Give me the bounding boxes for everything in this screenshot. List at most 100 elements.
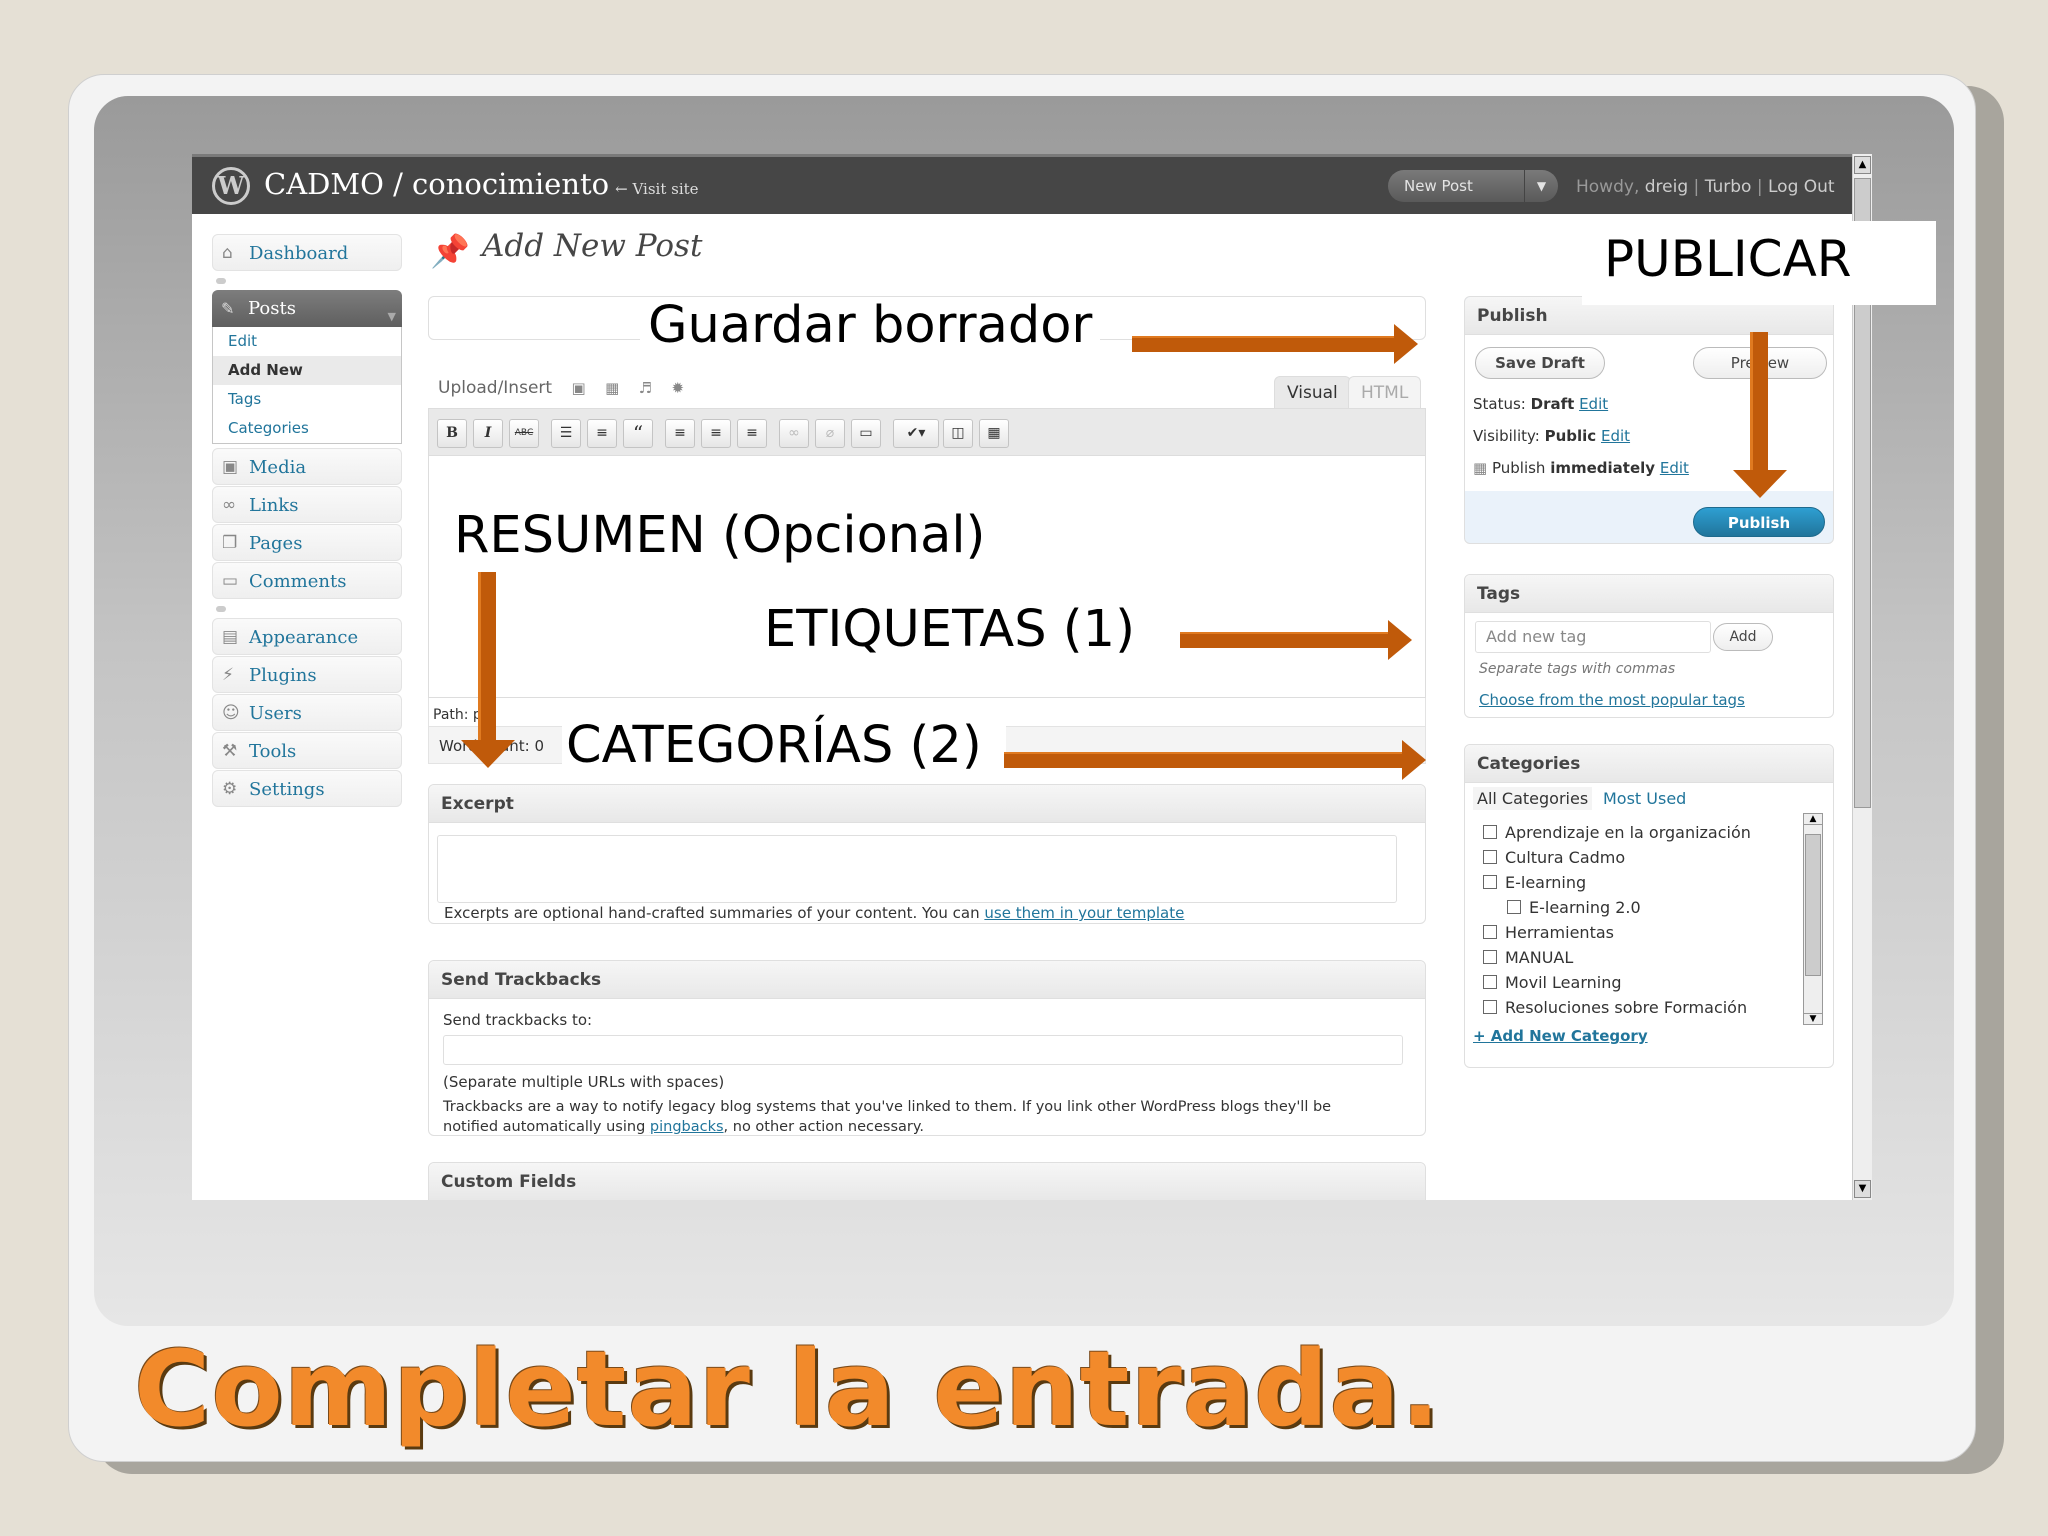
align-right-icon[interactable]: ≡ <box>737 419 767 448</box>
categories-title[interactable]: Categories <box>1465 745 1833 783</box>
pingbacks-link[interactable]: pingbacks <box>650 1119 724 1135</box>
add-tag-button[interactable]: Add <box>1713 623 1773 651</box>
category-item[interactable]: E-learning 2.0 <box>1507 898 1641 917</box>
category-item[interactable]: MANUAL <box>1483 948 1573 967</box>
submenu-tags[interactable]: Tags <box>213 385 401 414</box>
numbered-list-icon[interactable]: ≡ <box>587 419 617 448</box>
add-image-icon[interactable]: ▣ <box>571 379 585 397</box>
align-left-icon[interactable]: ≡ <box>665 419 695 448</box>
add-audio-icon[interactable]: ♬ <box>639 379 652 397</box>
arrow-right-guardar <box>1132 324 1418 364</box>
trackbacks-title[interactable]: Send Trackbacks <box>429 961 1425 999</box>
howdy-text: Howdy, <box>1576 177 1645 197</box>
menu-comments[interactable]: ▭ Comments <box>212 562 402 599</box>
categories-box: Categories All Categories Most Used ▲ ▼ … <box>1464 744 1834 1068</box>
new-post-dropdown[interactable]: New Post ▼ <box>1388 170 1558 202</box>
scroll-up-icon[interactable]: ▲ <box>1854 156 1871 174</box>
link-icon[interactable]: ∞ <box>779 419 809 448</box>
turbo-link[interactable]: Turbo <box>1705 177 1752 197</box>
menu-dashboard[interactable]: ⌂ Dashboard <box>212 234 402 271</box>
page-scrollbar[interactable]: ▲ ▼ <box>1852 154 1872 1200</box>
menu-appearance-label: Appearance <box>249 627 359 648</box>
fullscreen-icon[interactable]: ◫ <box>943 419 973 448</box>
unlink-icon[interactable]: ⌀ <box>815 419 845 448</box>
excerpt-input[interactable] <box>437 835 1397 903</box>
italic-icon[interactable]: I <box>473 419 503 448</box>
category-item[interactable]: Herramientas <box>1483 923 1614 942</box>
add-media-icon[interactable]: ✹ <box>672 379 685 397</box>
tag-input[interactable]: Add new tag <box>1475 621 1711 653</box>
custom-fields-box: Custom Fields <box>428 1162 1426 1200</box>
menu-media[interactable]: ▣ Media <box>212 448 402 485</box>
submenu-edit[interactable]: Edit <box>213 327 401 356</box>
posts-submenu: Edit Add New Tags Categories <box>212 327 402 444</box>
status-edit-link[interactable]: Edit <box>1579 395 1608 413</box>
category-item[interactable]: E-learning <box>1483 873 1586 892</box>
tags-title[interactable]: Tags <box>1465 575 1833 613</box>
save-draft-button[interactable]: Save Draft <box>1475 347 1605 379</box>
more-tag-icon[interactable]: ▭ <box>851 419 881 448</box>
tab-html[interactable]: HTML <box>1348 376 1422 408</box>
arrow-right-categorias <box>1004 740 1426 780</box>
scroll-down-icon[interactable]: ▼ <box>1854 1180 1871 1198</box>
add-new-category-link[interactable]: + Add New Category <box>1473 1027 1648 1045</box>
categories-scroll-thumb[interactable] <box>1805 834 1821 976</box>
menu-users[interactable]: ☺ Users <box>212 694 402 731</box>
trackbacks-desc-pre: notified automatically using <box>443 1119 650 1135</box>
category-item[interactable]: Resoluciones sobre Formación <box>1483 998 1747 1017</box>
blockquote-icon[interactable]: “ <box>623 419 653 448</box>
tab-most-used[interactable]: Most Used <box>1603 789 1686 808</box>
scroll-up-icon[interactable]: ▲ <box>1804 814 1822 825</box>
trackbacks-label: Send trackbacks to: <box>443 1011 593 1029</box>
logout-link[interactable]: Log Out <box>1768 177 1835 197</box>
trackbacks-desc-2: notified automatically using pingbacks, … <box>443 1119 924 1135</box>
arrow-down-resumen <box>461 572 515 768</box>
visibility-value: Public <box>1544 427 1597 445</box>
submenu-add-new[interactable]: Add New <box>213 356 401 385</box>
bold-icon[interactable]: B <box>437 419 467 448</box>
schedule-edit-link[interactable]: Edit <box>1660 459 1689 477</box>
excerpt-title[interactable]: Excerpt <box>429 785 1425 823</box>
media-icon: ▣ <box>222 457 239 477</box>
tab-all-categories[interactable]: All Categories <box>1473 787 1593 810</box>
kitchen-sink-icon[interactable]: ▦ <box>979 419 1009 448</box>
menu-links[interactable]: ∞ Links <box>212 486 402 523</box>
menu-appearance[interactable]: ▤ Appearance <box>212 618 402 655</box>
custom-fields-title[interactable]: Custom Fields <box>429 1163 1425 1200</box>
strikethrough-icon[interactable]: ABC <box>509 419 539 448</box>
wordpress-logo-icon: W <box>212 167 250 205</box>
category-item[interactable]: Cultura Cadmo <box>1483 848 1625 867</box>
publish-button[interactable]: Publish <box>1693 507 1825 537</box>
new-post-label: New Post <box>1404 177 1473 195</box>
menu-pages[interactable]: ❐ Pages <box>212 524 402 561</box>
excerpt-template-link[interactable]: use them in your template <box>984 904 1184 922</box>
annotation-publicar: PUBLICAR <box>1604 230 1852 288</box>
tools-icon: ⚒ <box>222 741 238 761</box>
site-name[interactable]: CADMO / conocimiento <box>264 167 609 201</box>
schedule-label: Publish <box>1491 459 1551 477</box>
user-link[interactable]: dreig <box>1645 177 1688 197</box>
menu-posts[interactable]: ✎ Posts ▼ <box>212 290 402 327</box>
scroll-down-icon[interactable]: ▼ <box>1804 1013 1822 1024</box>
visibility-edit-link[interactable]: Edit <box>1601 427 1630 445</box>
site-title: CADMO / conocimiento ← Visit site <box>264 167 699 201</box>
category-item[interactable]: Aprendizaje en la organización <box>1483 823 1751 842</box>
tab-visual[interactable]: Visual <box>1274 376 1351 408</box>
spellcheck-icon[interactable]: ✔▾ <box>893 419 939 448</box>
add-video-icon[interactable]: ▦ <box>605 379 619 397</box>
menu-tools[interactable]: ⚒ Tools <box>212 732 402 769</box>
menu-plugins[interactable]: ⚡ Plugins <box>212 656 402 693</box>
schedule-row: ▦ Publish immediately Edit <box>1473 459 1689 477</box>
submenu-categories[interactable]: Categories <box>213 414 401 443</box>
trackbacks-input[interactable] <box>443 1035 1403 1065</box>
visit-site-link[interactable]: ← Visit site <box>615 180 698 198</box>
bullet-list-icon[interactable]: ☰ <box>551 419 581 448</box>
popular-tags-link[interactable]: Choose from the most popular tags <box>1479 691 1745 709</box>
align-center-icon[interactable]: ≡ <box>701 419 731 448</box>
categories-scrollbar[interactable]: ▲ ▼ <box>1803 813 1823 1025</box>
menu-settings[interactable]: ⚙ Settings <box>212 770 402 807</box>
editor-content-area[interactable] <box>428 456 1426 698</box>
chevron-down-icon[interactable]: ▼ <box>1524 170 1558 202</box>
chevron-down-icon[interactable]: ▼ <box>388 298 396 335</box>
category-item[interactable]: Movil Learning <box>1483 973 1622 992</box>
